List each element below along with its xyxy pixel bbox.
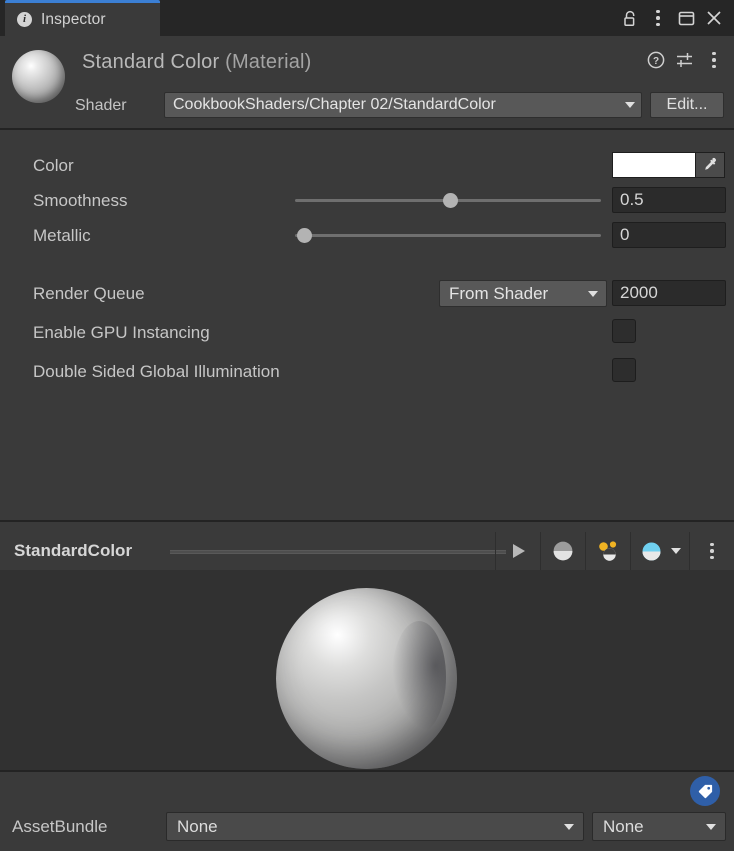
help-icon[interactable]: ?	[644, 48, 668, 72]
preview-divider	[170, 550, 506, 554]
render-queue-dropdown-value: From Shader	[449, 283, 549, 303]
assetbundle-label: AssetBundle	[12, 817, 108, 836]
slider-handle[interactable]	[442, 193, 458, 208]
close-icon[interactable]	[700, 0, 728, 36]
preview-viewport[interactable]	[0, 570, 734, 770]
material-header: Standard Color (Material) ? Shader Cookb…	[0, 36, 734, 130]
material-type: (Material)	[219, 51, 312, 73]
chevron-down-icon	[706, 823, 716, 830]
shader-dropdown[interactable]: CookbookShaders/Chapter 02/StandardColor	[164, 92, 642, 118]
shader-row: Shader CookbookShaders/Chapter 02/Standa…	[0, 90, 734, 122]
window-controls	[616, 0, 728, 36]
property-row-gpu-instancing: Enable GPU Instancing	[0, 319, 734, 346]
chevron-down-icon	[670, 548, 681, 554]
assetbundle-variant-value: None	[603, 816, 644, 836]
material-header-icons: ?	[644, 48, 726, 72]
svg-text:?: ?	[653, 56, 659, 67]
property-row-double-sided-gi: Double Sided Global Illumination	[0, 358, 734, 385]
eyedropper-icon[interactable]	[696, 152, 725, 178]
property-label-color: Color	[33, 155, 74, 175]
property-row-render-queue: Render Queue From Shader 2000	[0, 280, 734, 307]
preview-sphere	[276, 588, 457, 769]
lighting-icon[interactable]	[585, 532, 630, 570]
lock-open-icon[interactable]	[616, 0, 644, 36]
maximize-icon[interactable]	[672, 0, 700, 36]
chevron-down-icon	[625, 102, 635, 108]
render-queue-value-field[interactable]: 2000	[612, 280, 726, 306]
property-label-smoothness: Smoothness	[33, 190, 128, 210]
kebab-dots	[712, 51, 716, 69]
kebab-dots	[656, 9, 660, 27]
property-label-double-sided-gi: Double Sided Global Illumination	[33, 361, 280, 381]
slider-handle[interactable]	[297, 228, 313, 243]
property-label-metallic: Metallic	[33, 225, 91, 245]
shader-edit-button[interactable]: Edit...	[650, 92, 724, 118]
material-preview-icon	[641, 541, 661, 561]
preview-title: StandardColor	[14, 541, 133, 560]
info-icon: i	[17, 12, 32, 27]
property-row-color: Color	[0, 152, 734, 179]
inspector-window: i Inspector Standard Color (Material) ? …	[0, 0, 734, 851]
preview-toolbar	[495, 532, 734, 570]
kebab-menu-icon[interactable]	[644, 0, 672, 36]
material-title: Standard Color (Material)	[82, 51, 312, 74]
metallic-value-field[interactable]: 0	[612, 222, 726, 248]
gpu-instancing-checkbox[interactable]	[612, 319, 636, 343]
shader-dropdown-value: CookbookShaders/Chapter 02/StandardColor	[173, 96, 496, 113]
chevron-down-icon	[588, 290, 598, 297]
color-swatch[interactable]	[612, 152, 696, 178]
preset-sliders-icon[interactable]	[673, 48, 697, 72]
assetbundle-bar: AssetBundle None None	[0, 770, 734, 851]
properties-panel: Color Smoothness 0.5 Metallic 0 Render Q…	[0, 132, 734, 522]
slider-track	[295, 234, 601, 237]
assetbundle-name-dropdown[interactable]: None	[166, 812, 584, 841]
chevron-down-icon	[564, 823, 574, 830]
smoothness-value-field[interactable]: 0.5	[612, 187, 726, 213]
shader-label: Shader	[75, 97, 127, 114]
tab-inspector[interactable]: i Inspector	[5, 0, 160, 36]
preview-header: StandardColor	[0, 532, 734, 570]
material-preview-dropdown[interactable]	[630, 532, 689, 570]
render-queue-dropdown[interactable]: From Shader	[439, 280, 607, 307]
double-sided-gi-checkbox[interactable]	[612, 358, 636, 382]
assetbundle-name-value: None	[177, 816, 218, 836]
kebab-dots	[710, 542, 714, 560]
property-row-metallic: Metallic 0	[0, 222, 734, 249]
kebab-menu-icon[interactable]	[689, 532, 734, 570]
kebab-menu-icon[interactable]	[702, 48, 726, 72]
preview-sphere-icon[interactable]	[540, 532, 585, 570]
metallic-slider[interactable]	[295, 222, 601, 248]
asset-label-tag-icon[interactable]	[690, 776, 720, 806]
property-row-smoothness: Smoothness 0.5	[0, 187, 734, 214]
smoothness-slider[interactable]	[295, 187, 601, 213]
titlebar: i Inspector	[0, 0, 734, 36]
property-label-render-queue: Render Queue	[33, 283, 145, 303]
tab-inspector-label: Inspector	[41, 10, 106, 28]
material-name: Standard Color	[82, 51, 220, 73]
assetbundle-variant-dropdown[interactable]: None	[592, 812, 726, 841]
play-icon[interactable]	[495, 532, 540, 570]
property-label-gpu-instancing: Enable GPU Instancing	[33, 322, 210, 342]
